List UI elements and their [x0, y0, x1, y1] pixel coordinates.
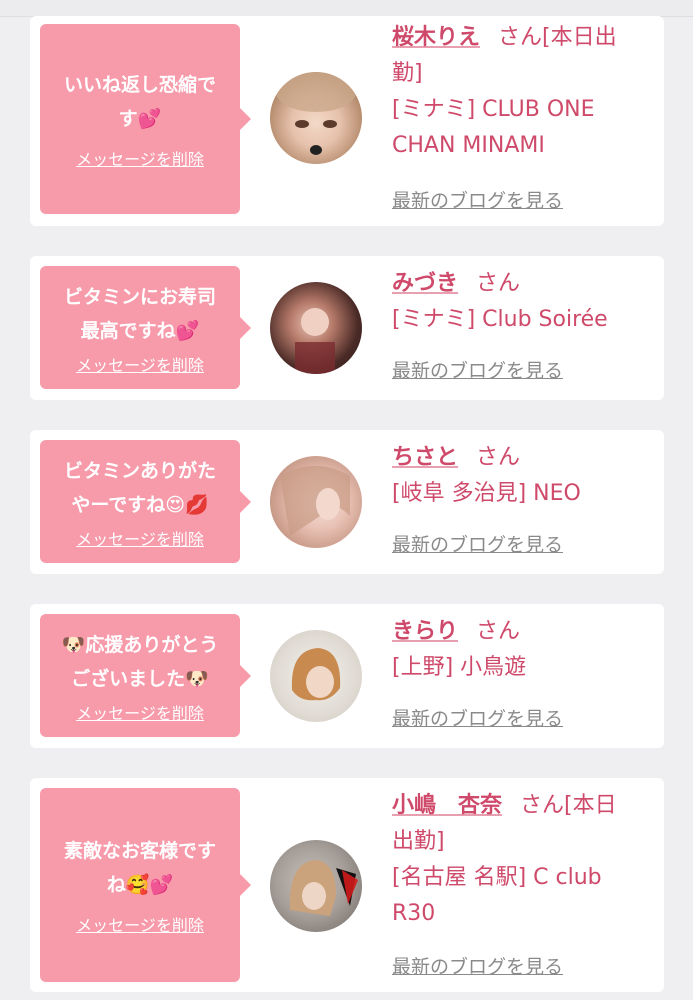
avatar-photo — [276, 72, 356, 155]
user-name-link[interactable]: 桜木りえ — [392, 25, 480, 50]
honorific: さん — [476, 619, 521, 644]
user-name-link[interactable]: ちさと — [392, 445, 458, 470]
message-text: 🐶応援ありがとう ございました🐶 — [62, 628, 219, 696]
status-text: [本日出 — [542, 25, 617, 50]
blog-link[interactable]: 最新のブログを見る — [392, 704, 563, 731]
user-info: みづき さん [ミナミ] Club Soirée — [392, 266, 657, 338]
user-info: きらり さん [上野] 小鳥遊 — [392, 614, 657, 686]
user-info: ちさと さん [岐阜 多治見] NEO — [392, 440, 657, 512]
honorific: さん — [520, 793, 565, 818]
avatar-photo — [289, 860, 358, 916]
message-bubble: 🐶応援ありがとう ございました🐶 メッセージを削除 — [40, 614, 251, 737]
message-line: やーですね😍💋 — [71, 493, 209, 516]
status-text-cont: 勤] — [392, 61, 423, 86]
message-card: ビタミンありがた やーですね😍💋 メッセージを削除 ちさと さん [岐阜 多治見]… — [30, 430, 664, 574]
user-name-link[interactable]: きらり — [392, 619, 458, 644]
delete-message-link[interactable]: メッセージを削除 — [76, 912, 204, 936]
shop-name: [岐阜 多治見] NEO — [392, 481, 581, 506]
message-line: ビタミンにお寿司 — [63, 285, 216, 308]
status-text-cont: 出勤] — [392, 829, 445, 854]
delete-message-link[interactable]: メッセージを削除 — [76, 526, 204, 550]
shop-name: CHAN MINAMI — [392, 133, 545, 158]
avatar-photo — [295, 308, 335, 374]
message-line: 最高ですね💕 — [80, 319, 200, 342]
message-card: 🐶応援ありがとう ございました🐶 メッセージを削除 きらり さん [上野] 小鳥遊… — [30, 604, 664, 748]
shop-name: [上野] 小鳥遊 — [392, 655, 527, 680]
blog-link[interactable]: 最新のブログを見る — [392, 952, 563, 979]
blog-link[interactable]: 最新のブログを見る — [392, 356, 563, 383]
avatar[interactable] — [270, 72, 362, 164]
message-line: ございました🐶 — [71, 667, 209, 690]
message-line: 素敵なお客様です — [63, 840, 216, 862]
user-name-link[interactable]: みづき — [392, 271, 458, 296]
status-text: [本日 — [564, 793, 617, 818]
avatar[interactable] — [270, 630, 362, 722]
name-line: みづき さん — [392, 266, 657, 302]
message-bubble: ビタミンにお寿司 最高ですね💕 メッセージを削除 — [40, 266, 251, 389]
message-text: 素敵なお客様です ね🥰💕 — [64, 834, 216, 902]
delete-message-link[interactable]: メッセージを削除 — [76, 146, 204, 170]
avatar-photo — [291, 648, 341, 701]
avatar[interactable] — [270, 456, 362, 548]
delete-message-link[interactable]: メッセージを削除 — [76, 352, 204, 376]
honorific: さん — [476, 271, 521, 296]
message-text: ビタミンありがた やーですね😍💋 — [64, 454, 216, 522]
avatar[interactable] — [270, 282, 362, 374]
top-divider — [0, 0, 693, 17]
user-info: 桜木りえ さん[本日出 勤] [ミナミ] CLUB ONE CHAN MINAMI — [392, 20, 657, 164]
shop-name: [ミナミ] Club Soirée — [392, 307, 608, 332]
shop-name: [ミナミ] CLUB ONE — [392, 97, 595, 122]
message-bubble: 素敵なお客様です ね🥰💕 メッセージを削除 — [40, 788, 251, 982]
message-line: ね🥰💕 — [106, 874, 174, 896]
user-name-link[interactable]: 小嶋 杏奈 — [392, 793, 502, 818]
honorific: さん — [476, 445, 521, 470]
shop-name: R30 — [392, 901, 436, 926]
blog-link[interactable]: 最新のブログを見る — [392, 186, 563, 213]
message-line: いいね返し恐縮で — [63, 74, 216, 96]
message-line: ビタミンありがた — [63, 459, 216, 482]
name-line: きらり さん — [392, 614, 657, 650]
message-bubble: いいね返し恐縮で す💕 メッセージを削除 — [40, 24, 251, 214]
honorific: さん — [498, 25, 543, 50]
message-line: す💕 — [118, 108, 162, 130]
message-card: 素敵なお客様です ね🥰💕 メッセージを削除 小嶋 杏奈 さん[本日 出勤] [名古… — [30, 778, 664, 992]
message-bubble: ビタミンありがた やーですね😍💋 メッセージを削除 — [40, 440, 251, 563]
shop-name: [名古屋 名駅] C club — [392, 865, 602, 890]
name-line: ちさと さん — [392, 440, 657, 476]
avatar-photo — [280, 466, 350, 536]
message-card: いいね返し恐縮で す💕 メッセージを削除 桜木りえ さん[本日出 勤] [ミナミ]… — [30, 16, 664, 226]
name-line: 桜木りえ さん[本日出 — [392, 20, 657, 56]
user-info: 小嶋 杏奈 さん[本日 出勤] [名古屋 名駅] C club R30 — [392, 788, 657, 932]
delete-message-link[interactable]: メッセージを削除 — [76, 700, 204, 724]
avatar[interactable] — [270, 840, 362, 932]
message-text: いいね返し恐縮で す💕 — [64, 68, 216, 136]
name-line: 小嶋 杏奈 さん[本日 — [392, 788, 657, 824]
message-line: 🐶応援ありがとう — [61, 633, 219, 656]
blog-link[interactable]: 最新のブログを見る — [392, 530, 563, 557]
message-card: ビタミンにお寿司 最高ですね💕 メッセージを削除 みづき さん [ミナミ] Clu… — [30, 256, 664, 400]
message-text: ビタミンにお寿司 最高ですね💕 — [64, 280, 216, 348]
